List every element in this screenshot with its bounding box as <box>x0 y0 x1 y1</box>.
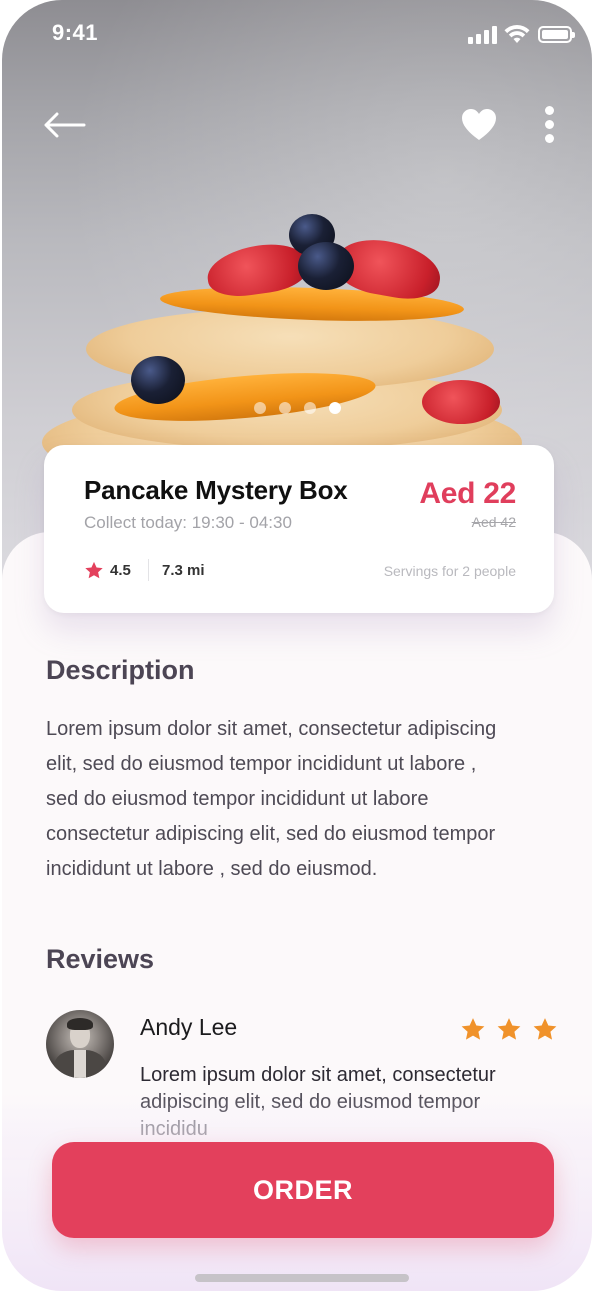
avatar[interactable] <box>46 1010 114 1078</box>
star-icon <box>461 1018 485 1040</box>
order-button[interactable]: ORDER <box>52 1142 554 1238</box>
description-text: Lorem ipsum dolor sit amet, consectetur … <box>46 712 556 887</box>
description-line: incididunt ut labore , sed do eiusmod. <box>46 858 378 880</box>
original-price: Aed 42 <box>471 514 516 530</box>
carousel-dot[interactable] <box>304 402 316 414</box>
servings-text: Servings for 2 people <box>383 563 516 579</box>
product-price: Aed 22 <box>419 477 516 510</box>
product-card: Pancake Mystery Box Collect today: 19:30… <box>44 445 554 613</box>
carousel-dot[interactable] <box>254 402 266 414</box>
signal-icon <box>468 26 498 44</box>
reviews-heading: Reviews <box>46 944 155 974</box>
home-indicator[interactable] <box>195 1274 409 1282</box>
heart-icon[interactable] <box>460 106 498 144</box>
description-line: consectetur adipiscing elit, sed do eius… <box>46 823 496 845</box>
description-line: Lorem ipsum dolor sit amet, consectetur … <box>46 718 497 740</box>
status-bar: 9:41 <box>2 0 592 70</box>
description-line: sed do eiusmod tempor incididunt ut labo… <box>46 788 429 810</box>
carousel-dot[interactable] <box>329 402 341 414</box>
rating-value: 4.5 <box>110 562 131 579</box>
review-line: Lorem ipsum dolor sit amet, consectetur <box>140 1064 496 1086</box>
star-icon <box>85 561 103 579</box>
reviewer-name: Andy Lee <box>140 1014 238 1040</box>
star-icon <box>497 1018 521 1040</box>
collect-time: Collect today: 19:30 - 04:30 <box>84 513 292 532</box>
phone-screen: 9:41 Pancake Mystery Box Collect today: … <box>2 0 592 1291</box>
status-time: 9:41 <box>52 20 99 45</box>
more-vertical-icon[interactable] <box>537 104 563 146</box>
description-line: elit, sed do eiusmod tempor incididunt u… <box>46 753 477 775</box>
description-heading: Description <box>46 655 195 685</box>
carousel-dot[interactable] <box>279 402 291 414</box>
star-icon <box>533 1018 557 1040</box>
wifi-icon <box>504 25 530 43</box>
arrow-left-icon[interactable] <box>42 108 86 142</box>
review-stars <box>460 1017 558 1042</box>
carousel-dots <box>254 402 341 414</box>
divider <box>148 559 149 581</box>
battery-icon <box>538 26 575 43</box>
distance-value: 7.3 mi <box>162 562 205 579</box>
product-title: Pancake Mystery Box <box>84 475 348 505</box>
